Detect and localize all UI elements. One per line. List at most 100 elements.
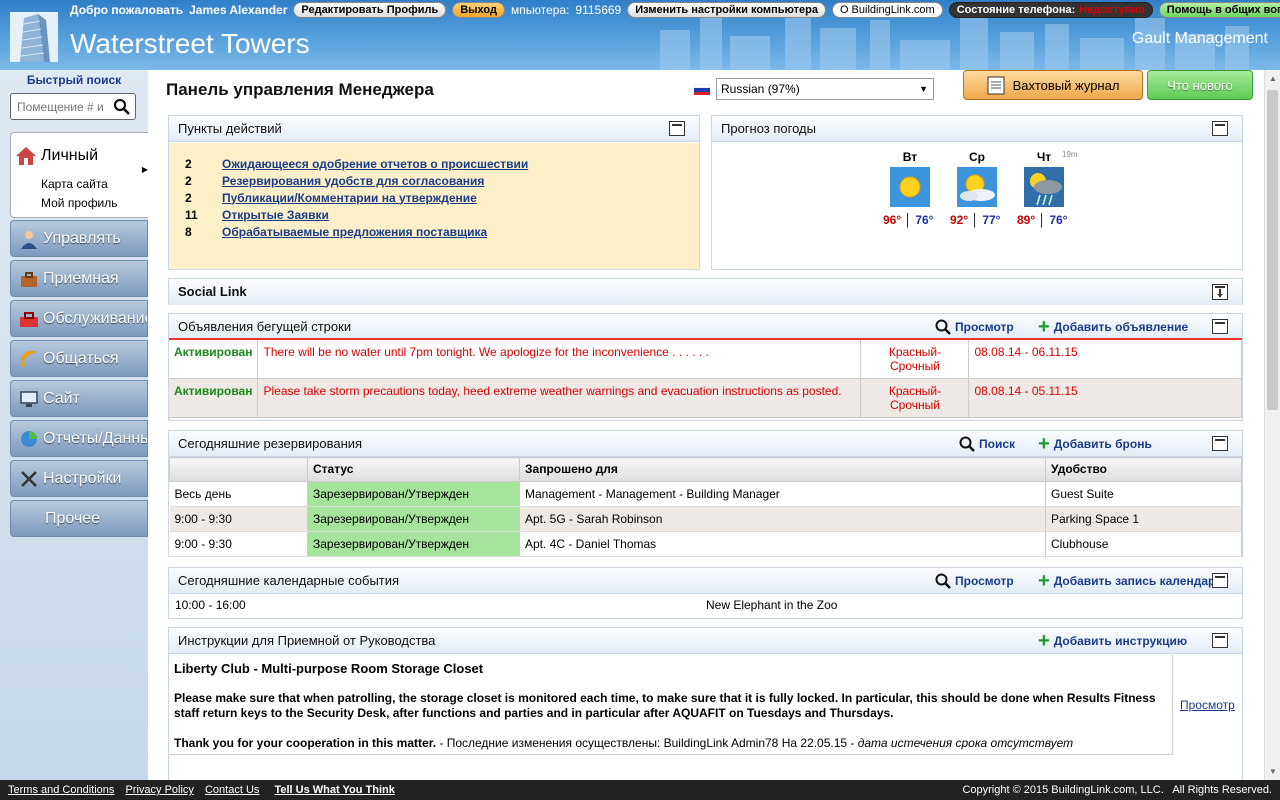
view-instruction-link[interactable]: Просмотр xyxy=(1180,698,1235,712)
sidebar-item-settings[interactable]: Настройки xyxy=(10,460,148,497)
item-count: 2 xyxy=(185,190,192,205)
computer-id: 9115669 xyxy=(575,3,622,17)
plus-icon: + xyxy=(1038,630,1050,652)
table-row[interactable]: 10:00 - 16:00 New Elephant in the Zoo xyxy=(169,594,1242,618)
quick-search-input[interactable] xyxy=(11,94,111,119)
reservations-table: Статус Запрошено для Удобство Весь день … xyxy=(169,457,1242,557)
feedback-link[interactable]: Tell Us What You Think xyxy=(274,784,394,796)
phone-state-value: Недоступно xyxy=(1079,4,1145,16)
reservation-status: Зарезервирован/Утвержден xyxy=(307,531,520,557)
instruction-body: Liberty Club - Multi-purpose Room Storag… xyxy=(169,655,1173,755)
column-header: Запрошено для xyxy=(519,457,1046,482)
action-link[interactable]: Открытые Заявки xyxy=(222,208,329,222)
sidebar-item-reception[interactable]: Приемная xyxy=(10,260,148,297)
minimize-icon[interactable] xyxy=(1212,121,1228,136)
reservation-time: 9:00 - 9:30 xyxy=(169,531,308,557)
minimize-icon[interactable] xyxy=(1212,633,1228,648)
sidebar-item-label: Прочее xyxy=(45,509,101,527)
view-ticker-button[interactable]: Просмотр xyxy=(935,314,1014,340)
sitemap-link[interactable]: Карта сайта xyxy=(41,177,108,191)
shift-log-button[interactable]: Вахтовый журнал xyxy=(963,70,1143,100)
add-calendar-entry-button[interactable]: + Добавить запись календаря xyxy=(1038,568,1222,594)
sidebar-item-site[interactable]: Сайт xyxy=(10,380,148,417)
terms-link[interactable]: Terms and Conditions xyxy=(8,784,114,796)
whats-new-button[interactable]: Что нового xyxy=(1147,70,1253,100)
table-row[interactable]: 9:00 - 9:30 Зарезервирован/Утвержден Apt… xyxy=(169,531,1242,557)
column-header: Удобство xyxy=(1045,457,1242,482)
action-items-panel: Пункты действий 2 Ожидающееся одобрение о… xyxy=(168,115,700,270)
management-name: Gault Management xyxy=(1131,30,1268,47)
table-row[interactable]: Весь день Зарезервирован/Утвержден Manag… xyxy=(169,481,1242,507)
low-temp: 76° xyxy=(915,213,934,227)
logout-button[interactable]: Выход xyxy=(452,2,505,18)
scroll-down-icon[interactable]: ▼ xyxy=(1269,767,1277,776)
add-announcement-button[interactable]: + Добавить объявление xyxy=(1038,314,1188,340)
person-icon xyxy=(21,230,37,249)
about-link[interactable]: О BuildingLink.com xyxy=(831,2,943,18)
notepad-icon xyxy=(987,76,1005,95)
minimize-icon[interactable] xyxy=(1212,436,1228,451)
change-settings-button[interactable]: Изменить настройки компьютера xyxy=(627,2,826,18)
sidebar-item-reports[interactable]: Отчеты/Данные xyxy=(10,420,148,457)
action-link[interactable]: Обрабатываемые предложения поставщика xyxy=(222,225,487,239)
help-button[interactable]: Помощь в общих вопросах xyxy=(1158,2,1280,18)
add-reservation-button[interactable]: + Добавить бронь xyxy=(1038,431,1152,457)
sidebar-item-other[interactable]: Прочее xyxy=(10,500,148,537)
contact-link[interactable]: Contact Us xyxy=(205,784,259,796)
table-row[interactable]: Активирован Please take storm precaution… xyxy=(169,378,1242,418)
app-title: Waterstreet Towers xyxy=(70,28,310,59)
reservations-panel: Сегодняшние резервирования Поиск + Добави… xyxy=(168,430,1243,557)
phone-state-label: Состояние телефона: xyxy=(956,4,1076,16)
my-profile-link[interactable]: Мой профиль xyxy=(41,196,118,210)
shift-log-label: Вахтовый журнал xyxy=(1012,77,1120,93)
add-instruction-button[interactable]: + Добавить инструкцию xyxy=(1038,628,1187,654)
vertical-scrollbar[interactable]: ▲ ▼ xyxy=(1264,70,1280,780)
list-item: 11 Открытые Заявки xyxy=(185,206,699,223)
action-link[interactable]: Резервирования удобств для согласования xyxy=(222,174,484,188)
reservation-for: Management - Management - Building Manag… xyxy=(519,481,1046,507)
scroll-up-icon[interactable]: ▲ xyxy=(1269,74,1277,83)
ticker-announcements-panel: Объявления бегущей строки Просмотр + Доба… xyxy=(168,313,1243,421)
calendar-events-panel: Сегодняшние календарные события Просмотр… xyxy=(168,567,1243,619)
ticker-dates: 08.08.14 - 05.11.15 xyxy=(968,378,1242,418)
high-temp: 96° xyxy=(883,213,902,227)
user-name: James Alexander xyxy=(189,3,288,17)
scrollbar-thumb[interactable] xyxy=(1267,90,1278,410)
toolbox-icon xyxy=(20,311,38,327)
view-calendar-button[interactable]: Просмотр xyxy=(935,568,1014,594)
top-bar: Добро пожаловать James Alexander Редакти… xyxy=(0,0,1280,20)
welcome-text: Добро пожаловать xyxy=(70,3,184,17)
sidebar-item-personal[interactable]: Личный ▶ Карта сайта Мой профиль xyxy=(10,132,148,218)
search-reservations-button[interactable]: Поиск xyxy=(959,431,1015,457)
table-row[interactable]: Активирован There will be no water until… xyxy=(169,340,1242,379)
panel-title: Сегодняшние резервирования xyxy=(178,436,363,451)
sidebar-item-manage[interactable]: Управлять xyxy=(10,220,148,257)
reservation-status: Зарезервирован/Утвержден xyxy=(307,506,520,532)
magnifier-icon xyxy=(959,436,975,452)
edit-profile-button[interactable]: Редактировать Профиль xyxy=(293,2,447,18)
panel-title: Пункты действий xyxy=(178,121,282,136)
tools-icon xyxy=(21,470,37,487)
minimize-icon[interactable] xyxy=(1212,573,1228,588)
action-items-list: 2 Ожидающееся одобрение отчетов о происше… xyxy=(169,143,699,269)
sidebar-item-label: Личный xyxy=(41,147,99,164)
minimize-icon[interactable] xyxy=(669,121,685,136)
weather-panel: Прогноз погоды Вт Ср Чт 19m 96° │ 76° 92… xyxy=(711,115,1243,270)
table-row[interactable]: 9:00 - 9:30 Зарезервирован/Утвержден Apt… xyxy=(169,506,1242,532)
weather-day: Вт xyxy=(902,150,918,164)
phone-state-badge[interactable]: Состояние телефона: Недоступно xyxy=(948,2,1153,18)
expand-icon[interactable] xyxy=(1212,284,1228,300)
sidebar-item-maintenance[interactable]: Обслуживание xyxy=(10,300,148,337)
language-selector[interactable]: Russian (97%) ▼ xyxy=(694,78,934,100)
action-link[interactable]: Публикации/Комментарии на утверждение xyxy=(222,191,477,205)
minimize-icon[interactable] xyxy=(1212,319,1228,334)
weather-temps: 96° │ 76° xyxy=(883,213,934,227)
privacy-link[interactable]: Privacy Policy xyxy=(125,784,193,796)
action-link[interactable]: Ожидающееся одобрение отчетов о происшес… xyxy=(222,157,528,171)
sidebar-item-communicate[interactable]: Общаться xyxy=(10,340,148,377)
search-icon[interactable] xyxy=(113,98,131,116)
list-item: 2 Резервирования удобств для согласования xyxy=(185,172,699,189)
column-header xyxy=(169,457,308,482)
weather-day: Чт xyxy=(1036,150,1052,164)
language-select[interactable]: Russian (97%) ▼ xyxy=(716,78,934,100)
